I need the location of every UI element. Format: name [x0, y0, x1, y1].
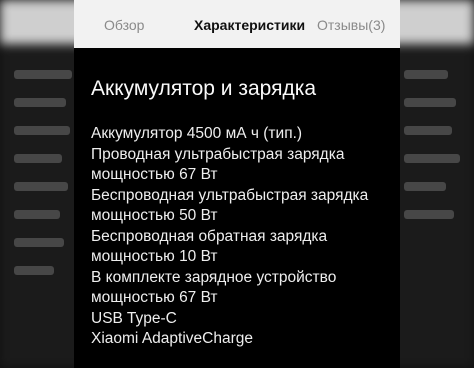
- tab-specifications[interactable]: Характеристики: [194, 16, 305, 34]
- blurred-line: [14, 154, 62, 163]
- specifications-panel: Обзор Характеристики Отзывы(3) Аккумулят…: [74, 0, 400, 368]
- blurred-line: [404, 182, 446, 191]
- blurred-line: [14, 126, 70, 135]
- spec-line: Проводная ультрабыстрая зарядка: [91, 145, 345, 163]
- tab-reviews[interactable]: Отзывы(3): [317, 16, 385, 34]
- spec-line: USB Type-C: [91, 309, 177, 327]
- tab-bar: Обзор Характеристики Отзывы(3): [74, 0, 400, 48]
- spec-line: мощностью 50 Вт: [91, 207, 218, 224]
- tab-overview[interactable]: Обзор: [104, 16, 144, 34]
- spec-line: мощностью 67 Вт: [91, 289, 218, 306]
- blurred-line: [14, 98, 66, 107]
- spec-line: Беспроводная ультрабыстрая зарядка: [91, 186, 369, 204]
- spec-line: Беспроводная обратная зарядка: [91, 227, 328, 245]
- blurred-line: [14, 182, 68, 191]
- spec-line: мощностью 67 Вт: [91, 166, 218, 183]
- blurred-text-right: [404, 70, 464, 238]
- battery-section: Аккумулятор и зарядка Аккумулятор 4500 м…: [91, 76, 394, 350]
- screenshot-stage: Обзор Характеристики Отзывы(3) Аккумулят…: [0, 0, 474, 368]
- blurred-line: [404, 70, 448, 79]
- blurred-line: [404, 98, 456, 107]
- blurred-line: [14, 70, 72, 79]
- spec-line: Xiaomi AdaptiveCharge: [91, 330, 253, 347]
- blurred-line: [404, 126, 452, 135]
- blurred-line: [404, 210, 454, 219]
- blurred-line: [14, 238, 64, 247]
- spec-list: Аккумулятор 4500 мА ч (тип.) Проводная у…: [91, 124, 394, 350]
- spec-line: В комплекте зарядное устройство: [91, 268, 337, 286]
- spec-line: Аккумулятор 4500 мА ч (тип.): [91, 125, 303, 142]
- blurred-line: [404, 154, 460, 163]
- section-title: Аккумулятор и зарядка: [91, 77, 317, 100]
- blurred-line: [14, 266, 54, 275]
- blurred-line: [14, 210, 60, 219]
- blurred-text-left: [14, 70, 74, 294]
- spec-line: мощностью 10 Вт: [91, 248, 218, 265]
